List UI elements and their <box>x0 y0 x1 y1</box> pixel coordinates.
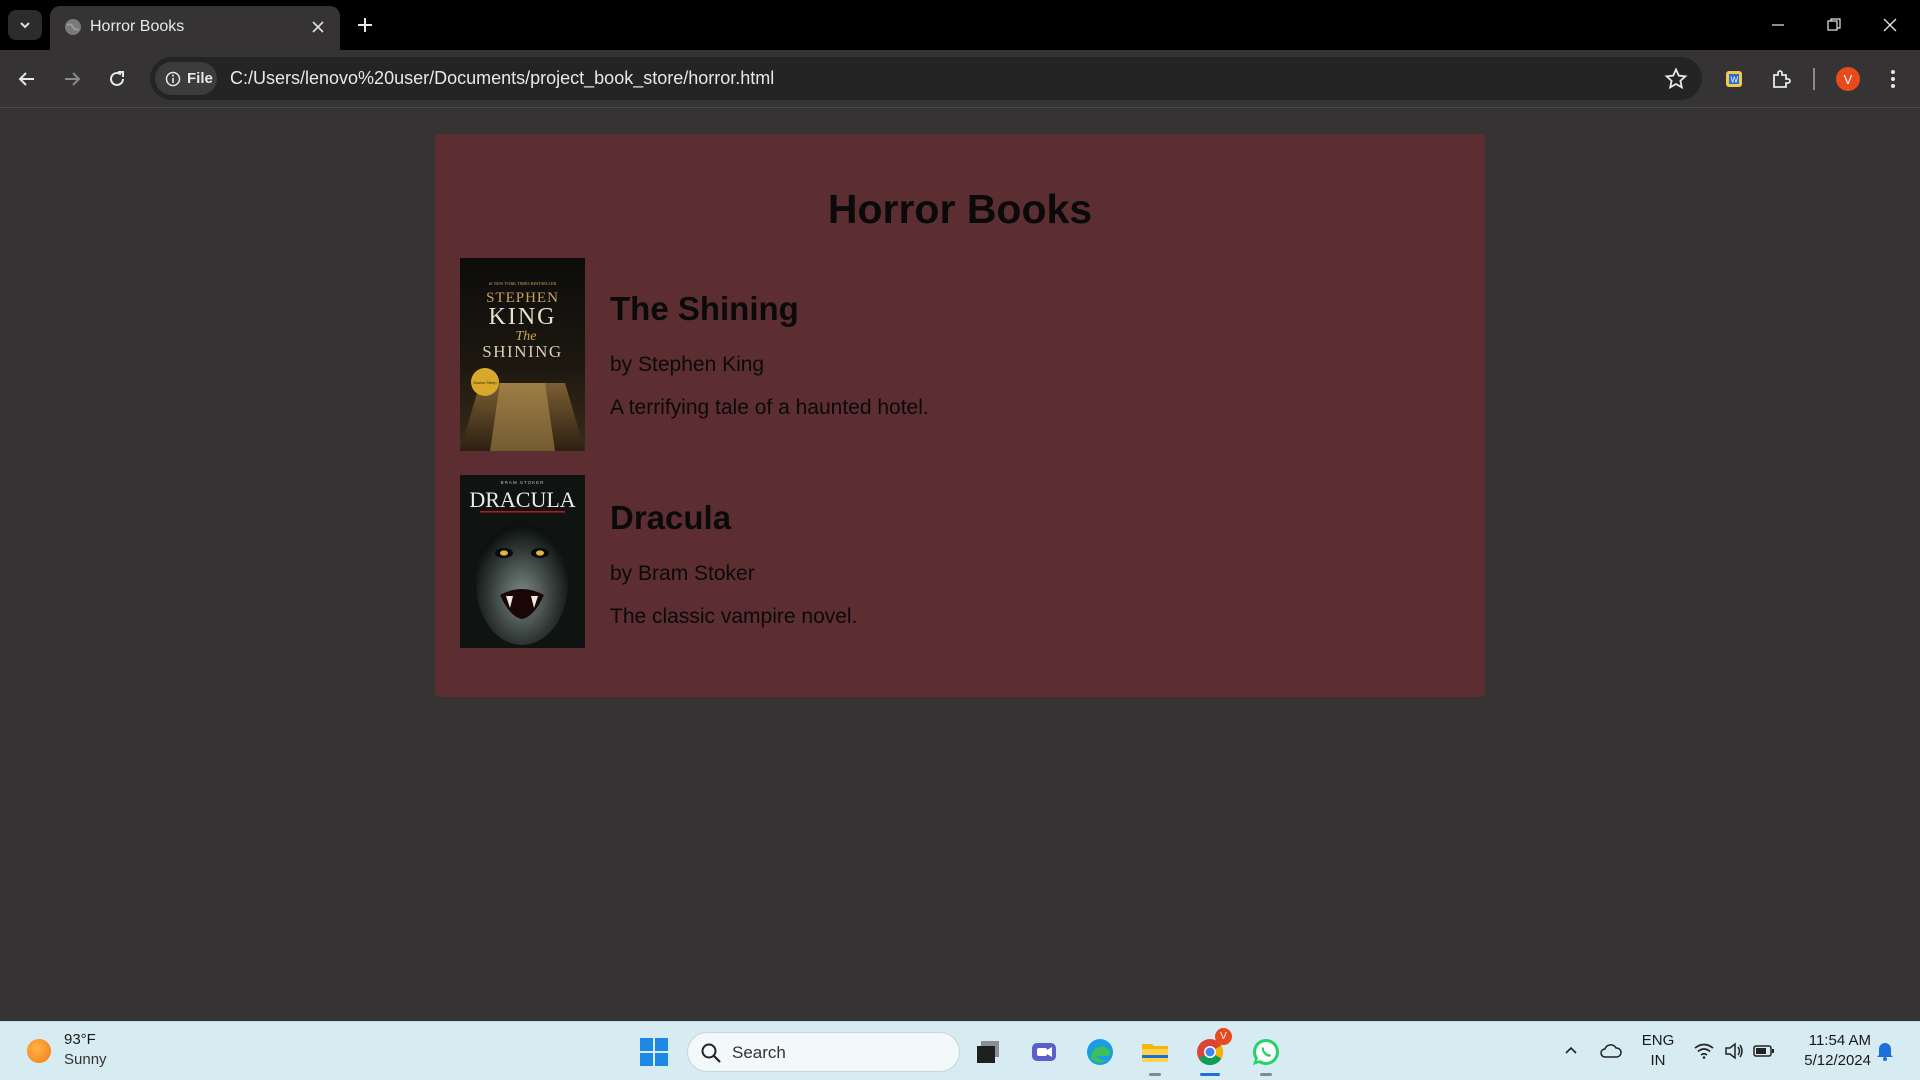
profile-avatar[interactable]: V <box>1836 67 1860 91</box>
book-title: The Shining <box>610 290 799 327</box>
extensions-button[interactable] <box>1766 64 1796 94</box>
search-placeholder: Search <box>732 1043 786 1062</box>
search-icon <box>701 1043 721 1063</box>
chevron-up-icon <box>1565 1046 1577 1054</box>
wifi-icon <box>1694 1043 1714 1059</box>
clock-time[interactable]: 11:54 AM <box>1791 1032 1871 1049</box>
battery-status[interactable] <box>1752 1039 1776 1063</box>
browser-toolbar: File C:/Users/lenovo%20user/Documents/pr… <box>0 50 1920 108</box>
chrome-profile-badge: V <box>1215 1028 1232 1045</box>
close-window-button[interactable] <box>1862 0 1918 50</box>
minimize-icon <box>1772 24 1784 26</box>
edge-button[interactable] <box>1082 1034 1118 1070</box>
browser-tab-bar: Horror Books <box>0 0 1920 50</box>
close-icon <box>312 21 324 33</box>
cover-title: DRACULA <box>469 487 575 512</box>
onedrive-button[interactable] <box>1599 1039 1623 1063</box>
cover-badge: Doctor Sleep <box>473 380 497 385</box>
books-container: Horror Books #1 NEW YORK TIMES BESTSELLE… <box>435 134 1485 697</box>
info-icon <box>165 71 181 86</box>
close-icon <box>1883 18 1897 32</box>
start-button[interactable] <box>636 1034 672 1070</box>
wifi-status[interactable] <box>1692 1039 1716 1063</box>
chrome-button[interactable]: V <box>1192 1028 1232 1070</box>
menu-button[interactable] <box>1878 64 1908 94</box>
cover-top-text: BRAM STOKER <box>501 480 545 485</box>
explorer-running-indicator <box>1149 1073 1161 1076</box>
clock-date[interactable]: 5/12/2024 <box>1791 1052 1871 1069</box>
arrow-left-icon <box>18 72 34 86</box>
address-bar[interactable]: File C:/Users/lenovo%20user/Documents/pr… <box>150 57 1702 100</box>
taskbar-search[interactable]: Search <box>687 1032 960 1072</box>
battery-icon <box>1753 1045 1774 1057</box>
edge-icon <box>1087 1039 1113 1065</box>
teams-button[interactable] <box>1026 1034 1062 1070</box>
show-hidden-icons-button[interactable] <box>1559 1039 1583 1063</box>
office-extension-button[interactable]: W <box>1719 64 1749 94</box>
tab-search-button[interactable] <box>8 10 42 40</box>
reload-button[interactable] <box>102 64 132 94</box>
sun-icon[interactable] <box>27 1039 51 1063</box>
tab-close-button[interactable] <box>308 17 328 37</box>
cover-author-line2: KING <box>489 304 557 330</box>
video-chat-icon <box>1032 1043 1056 1061</box>
book-author: by Stephen King <box>610 353 765 376</box>
url-text[interactable]: C:/Users/lenovo%20user/Documents/project… <box>230 68 774 89</box>
office-icon: W <box>1726 71 1742 87</box>
chevron-down-icon <box>20 22 30 29</box>
language-line1[interactable]: ENG <box>1640 1032 1676 1049</box>
globe-icon <box>65 19 81 35</box>
weather-temperature[interactable]: 93°F <box>64 1031 96 1048</box>
weather-condition[interactable]: Sunny <box>64 1051 107 1068</box>
whatsapp-button[interactable] <box>1248 1034 1284 1070</box>
forward-button[interactable] <box>57 64 87 94</box>
task-view-icon <box>977 1041 999 1063</box>
whatsapp-icon <box>1252 1038 1279 1066</box>
file-explorer-button[interactable] <box>1137 1034 1173 1070</box>
puzzle-icon <box>1773 70 1791 88</box>
page-viewport: Horror Books #1 NEW YORK TIMES BESTSELLE… <box>0 109 1920 1021</box>
bell-icon <box>1877 1043 1893 1061</box>
book-description: A terrifying tale of a haunted hotel. <box>610 396 929 419</box>
toolbar-separator <box>1813 68 1815 90</box>
book-item-dracula: BRAM STOKER DRACULA Dracula by Bram Stok… <box>460 475 1460 648</box>
windows-logo-icon <box>640 1038 668 1066</box>
chrome-active-indicator <box>1200 1073 1220 1076</box>
book-description: The classic vampire novel. <box>610 605 858 628</box>
new-tab-button[interactable] <box>352 12 378 38</box>
book-author: by Bram Stoker <box>610 562 755 585</box>
minimize-button[interactable] <box>1750 0 1806 50</box>
task-view-button[interactable] <box>970 1034 1006 1070</box>
chip-label: File <box>187 70 213 87</box>
page-title: Horror Books <box>827 186 1093 232</box>
whatsapp-running-indicator <box>1260 1073 1272 1076</box>
svg-text:W: W <box>1731 76 1739 85</box>
notifications-button[interactable] <box>1873 1039 1897 1063</box>
restore-button[interactable] <box>1806 0 1862 50</box>
tab-title: Horror Books <box>90 18 185 35</box>
site-info-chip[interactable]: File <box>155 62 217 95</box>
back-button[interactable] <box>12 64 42 94</box>
book-title: Dracula <box>610 499 732 536</box>
taskbar: 93°F Sunny Search V ENG IN 11:54 AM 5/12… <box>0 1021 1920 1080</box>
speaker-icon <box>1725 1042 1743 1060</box>
cover-title: SHINING <box>482 342 562 361</box>
bookmark-star-icon[interactable] <box>1664 67 1688 91</box>
kebab-menu-icon <box>1891 70 1895 88</box>
browser-tab[interactable]: Horror Books <box>50 6 340 50</box>
book-cover-dracula: BRAM STOKER DRACULA <box>460 475 585 648</box>
book-cover-the-shining: #1 NEW YORK TIMES BESTSELLER STEPHEN KIN… <box>460 258 585 451</box>
reload-icon <box>110 71 124 86</box>
restore-icon <box>1827 18 1841 31</box>
book-item-the-shining: #1 NEW YORK TIMES BESTSELLER STEPHEN KIN… <box>460 258 1460 451</box>
cloud-icon <box>1600 1044 1622 1058</box>
cover-tagline: #1 NEW YORK TIMES BESTSELLER <box>489 281 557 286</box>
volume-status[interactable] <box>1722 1039 1746 1063</box>
language-line2[interactable]: IN <box>1640 1052 1676 1069</box>
folder-icon <box>1142 1044 1168 1062</box>
arrow-right-icon <box>65 72 81 86</box>
plus-icon <box>358 18 372 32</box>
